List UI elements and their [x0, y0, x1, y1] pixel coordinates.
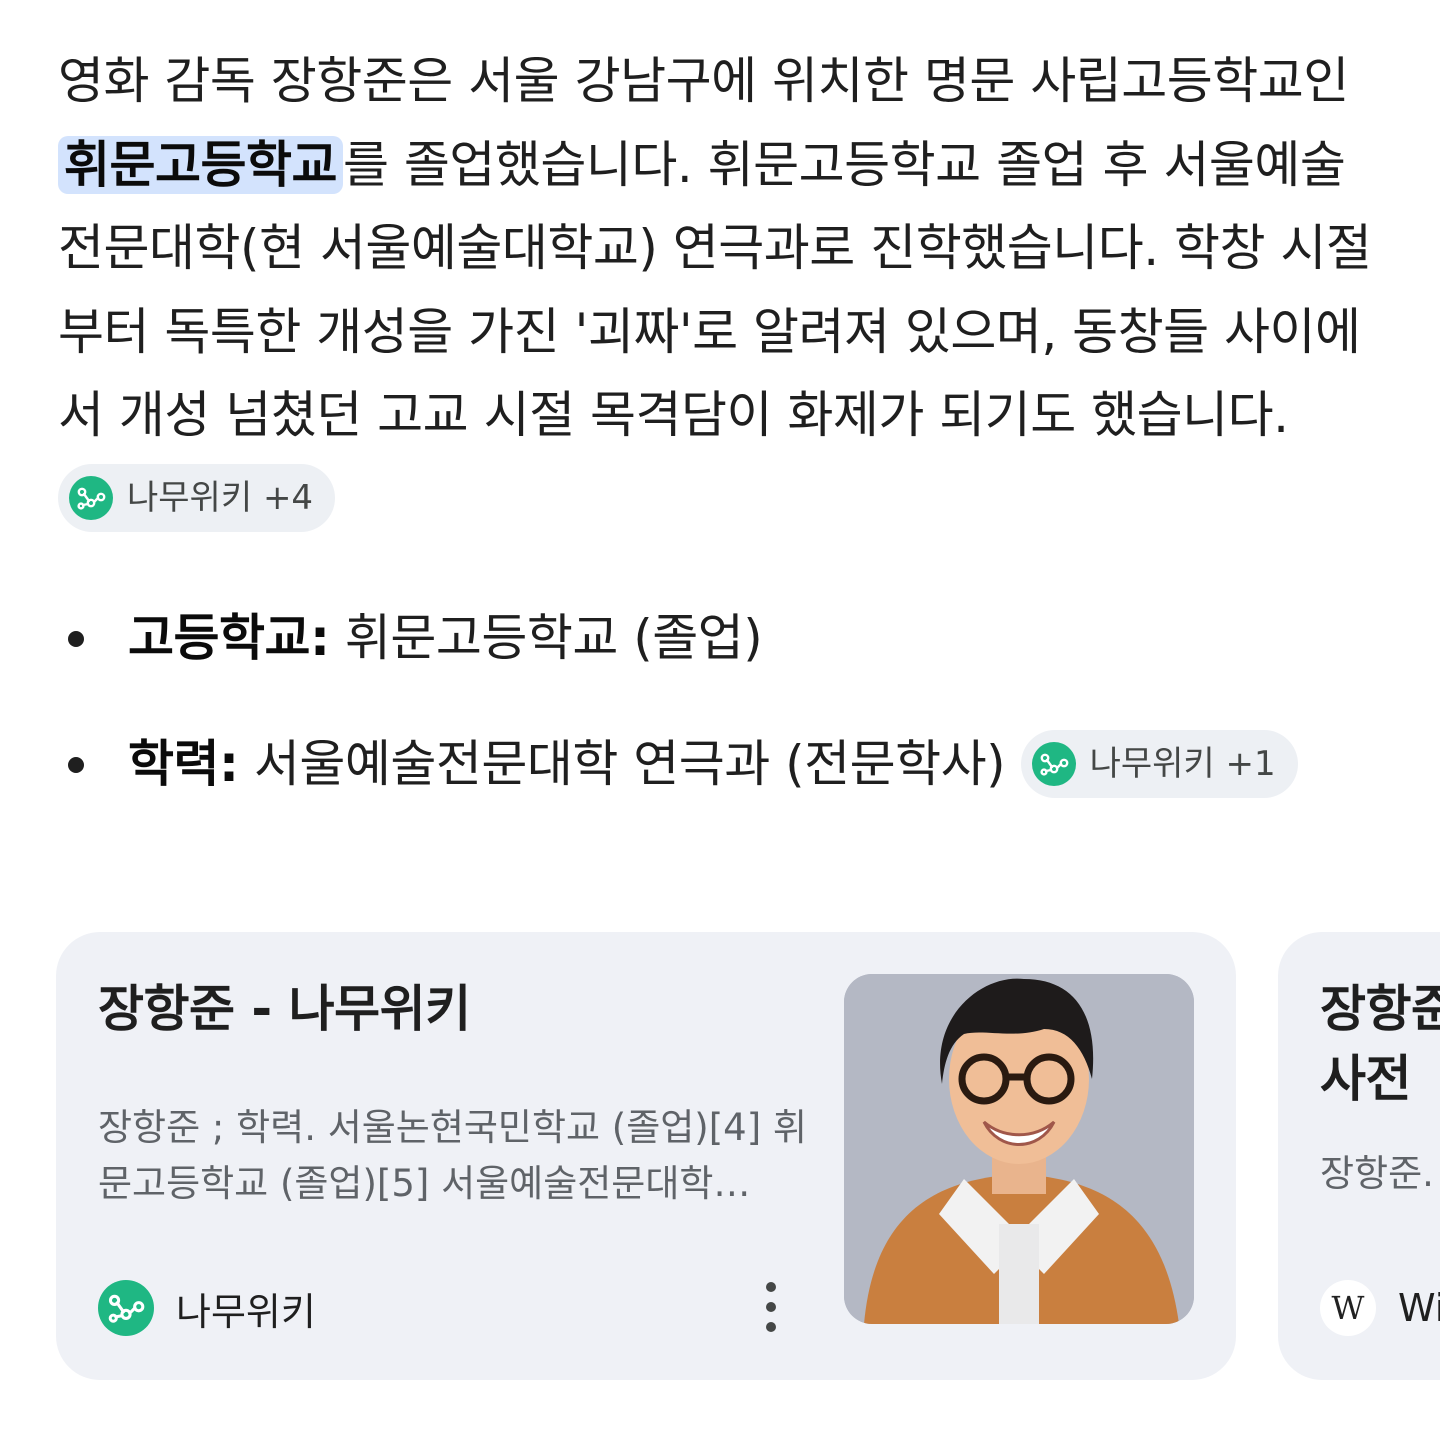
answer-text-before: 영화 감독 장항준은 서울 강남구에 위치한 명문 사립고등학교인 [58, 52, 1349, 110]
person-photo-thumbnail[interactable] [844, 974, 1194, 1324]
source-card-wikipedia[interactable]: 장항준 - 위키백과사전 장항준. 는 중… W Wikipedia [1278, 932, 1440, 1380]
list-item-education: 학력: 서울예술전문대학 연극과 (전문학사) 나무위키 +1 [58, 724, 1388, 804]
ai-answer-paragraph: 영화 감독 장항준은 서울 강남구에 위치한 명문 사립고등학교인 휘문고등학교… [58, 40, 1388, 541]
portrait-image [844, 974, 1194, 1324]
namuwiki-icon [69, 476, 113, 520]
fact-value: 서울예술전문대학 연극과 (전문학사) [238, 735, 1021, 793]
bullet-dot [68, 757, 84, 773]
card-snippet: 장항준 ; 학력. 서울논현국민학교 (졸업)[4] 휘문고등학교 (졸업)[5… [98, 1106, 807, 1205]
chip-count: +4 [262, 478, 314, 518]
bullet-dot [68, 631, 84, 647]
fact-value: 휘문고등학교 (졸업) [329, 609, 763, 667]
source-chip-namuwiki[interactable]: 나무위키 +4 [58, 464, 336, 532]
card-snippet: 장항준. 는 중… [1320, 1152, 1440, 1195]
card-source: 나무위키 [98, 1280, 316, 1336]
fact-term: 고등학교: [128, 609, 330, 667]
facts-list: 고등학교: 휘문고등학교 (졸업) 학력: 서울예술전문대학 연극과 (전문학사… [58, 598, 1388, 804]
source-card-namuwiki[interactable]: 장항준 - 나무위키 장항준 ; 학력. 서울논현국민학교 (졸업)[4] 휘문… [56, 932, 1236, 1380]
wikipedia-icon: W [1320, 1280, 1376, 1336]
namuwiki-icon [98, 1280, 154, 1336]
namuwiki-icon [1031, 741, 1076, 786]
card-title[interactable]: 장항준 - 위키백과사전 [1320, 974, 1440, 1114]
source-chip-namuwiki[interactable]: 나무위키 +1 [1020, 729, 1298, 798]
card-source-name: 나무위키 [176, 1289, 316, 1334]
chip-count: +1 [1225, 743, 1276, 784]
highlighted-school-name[interactable]: 휘문고등학교 [58, 135, 343, 194]
card-source: W Wikipedia [1320, 1280, 1440, 1336]
fact-term: 학력: [128, 735, 239, 793]
card-title[interactable]: 장항준 - 나무위키 [98, 974, 471, 1044]
chip-label: 나무위키 [1089, 743, 1215, 784]
more-options-icon[interactable] [756, 1282, 786, 1332]
card-source-name: Wikipedia [1398, 1286, 1440, 1330]
list-item-high-school: 고등학교: 휘문고등학교 (졸업) [58, 598, 1388, 678]
chip-label: 나무위키 [127, 478, 253, 518]
